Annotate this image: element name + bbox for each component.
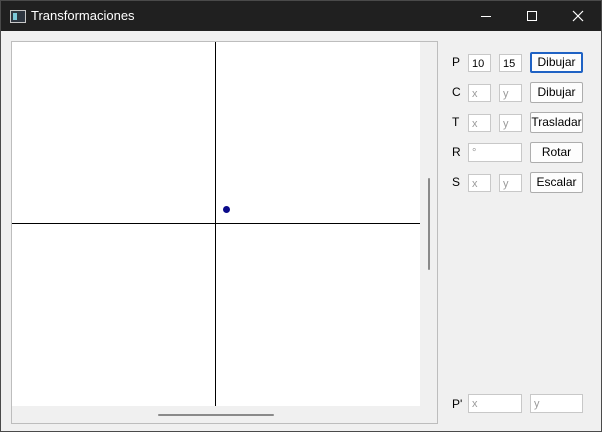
translate-button[interactable]: Trasladar xyxy=(530,112,583,133)
vertical-scroll-thumb[interactable] xyxy=(428,178,430,270)
rotate-button[interactable]: Rotar xyxy=(530,142,583,163)
c-y-field[interactable]: y xyxy=(499,84,522,102)
app-window: Transformaciones P 10 15 Dibujar C x y D… xyxy=(0,0,602,432)
minimize-icon xyxy=(481,16,491,17)
maximize-button[interactable] xyxy=(509,1,555,31)
minimize-button[interactable] xyxy=(463,1,509,31)
s-x-field[interactable]: x xyxy=(468,174,491,192)
label-s: S xyxy=(452,175,461,189)
drawing-canvas[interactable] xyxy=(11,41,438,424)
maximize-icon xyxy=(527,11,537,21)
scale-button[interactable]: Escalar xyxy=(530,172,583,193)
label-r: R xyxy=(452,145,461,159)
label-p-prime: P' xyxy=(452,397,463,411)
label-t: T xyxy=(452,115,460,129)
p-x-field[interactable]: 10 xyxy=(468,54,491,72)
label-c: C xyxy=(452,85,461,99)
plot-area[interactable] xyxy=(12,42,420,406)
t-x-field[interactable]: x xyxy=(468,114,491,132)
r-angle-field[interactable]: ° xyxy=(468,143,522,162)
c-x-field[interactable]: x xyxy=(468,84,491,102)
close-button[interactable] xyxy=(555,1,601,31)
window-title: Transformaciones xyxy=(31,8,135,23)
label-p: P xyxy=(452,55,461,69)
draw-point-button[interactable]: Dibujar xyxy=(530,52,583,73)
drawn-point xyxy=(223,206,230,213)
p-prime-y-field[interactable]: y xyxy=(530,394,583,413)
x-axis xyxy=(12,223,420,224)
title-bar[interactable]: Transformaciones xyxy=(1,1,601,31)
s-y-field[interactable]: y xyxy=(499,174,522,192)
p-y-field[interactable]: 15 xyxy=(499,54,522,72)
draw-c-button[interactable]: Dibujar xyxy=(530,82,583,103)
y-axis xyxy=(215,42,216,406)
p-prime-x-field[interactable]: x xyxy=(468,394,522,413)
close-icon xyxy=(572,10,584,22)
app-icon xyxy=(10,10,26,23)
horizontal-scroll-thumb[interactable] xyxy=(158,414,274,416)
t-y-field[interactable]: y xyxy=(499,114,522,132)
